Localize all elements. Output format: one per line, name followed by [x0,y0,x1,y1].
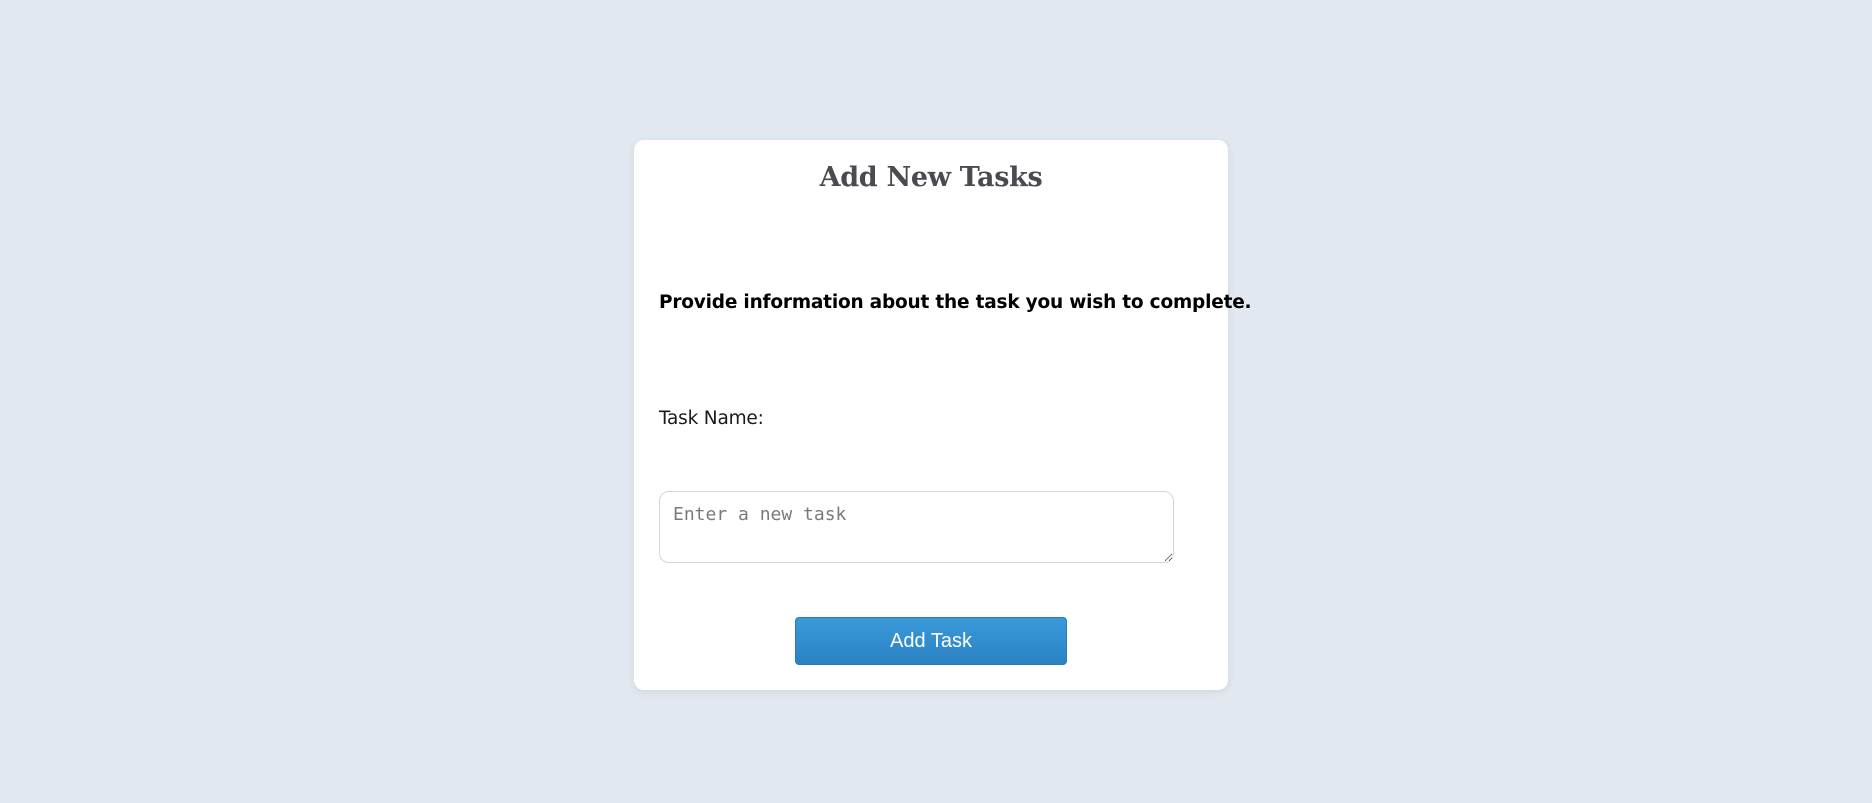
task-name-input[interactable] [659,491,1174,563]
instruction-text: Provide information about the task you w… [659,292,1252,313]
page-title: Add New Tasks [819,162,1043,193]
task-name-label: Task Name: [659,408,764,429]
add-task-button[interactable]: Add Task [795,617,1067,665]
add-task-card: Add New Tasks Provide information about … [634,140,1252,690]
